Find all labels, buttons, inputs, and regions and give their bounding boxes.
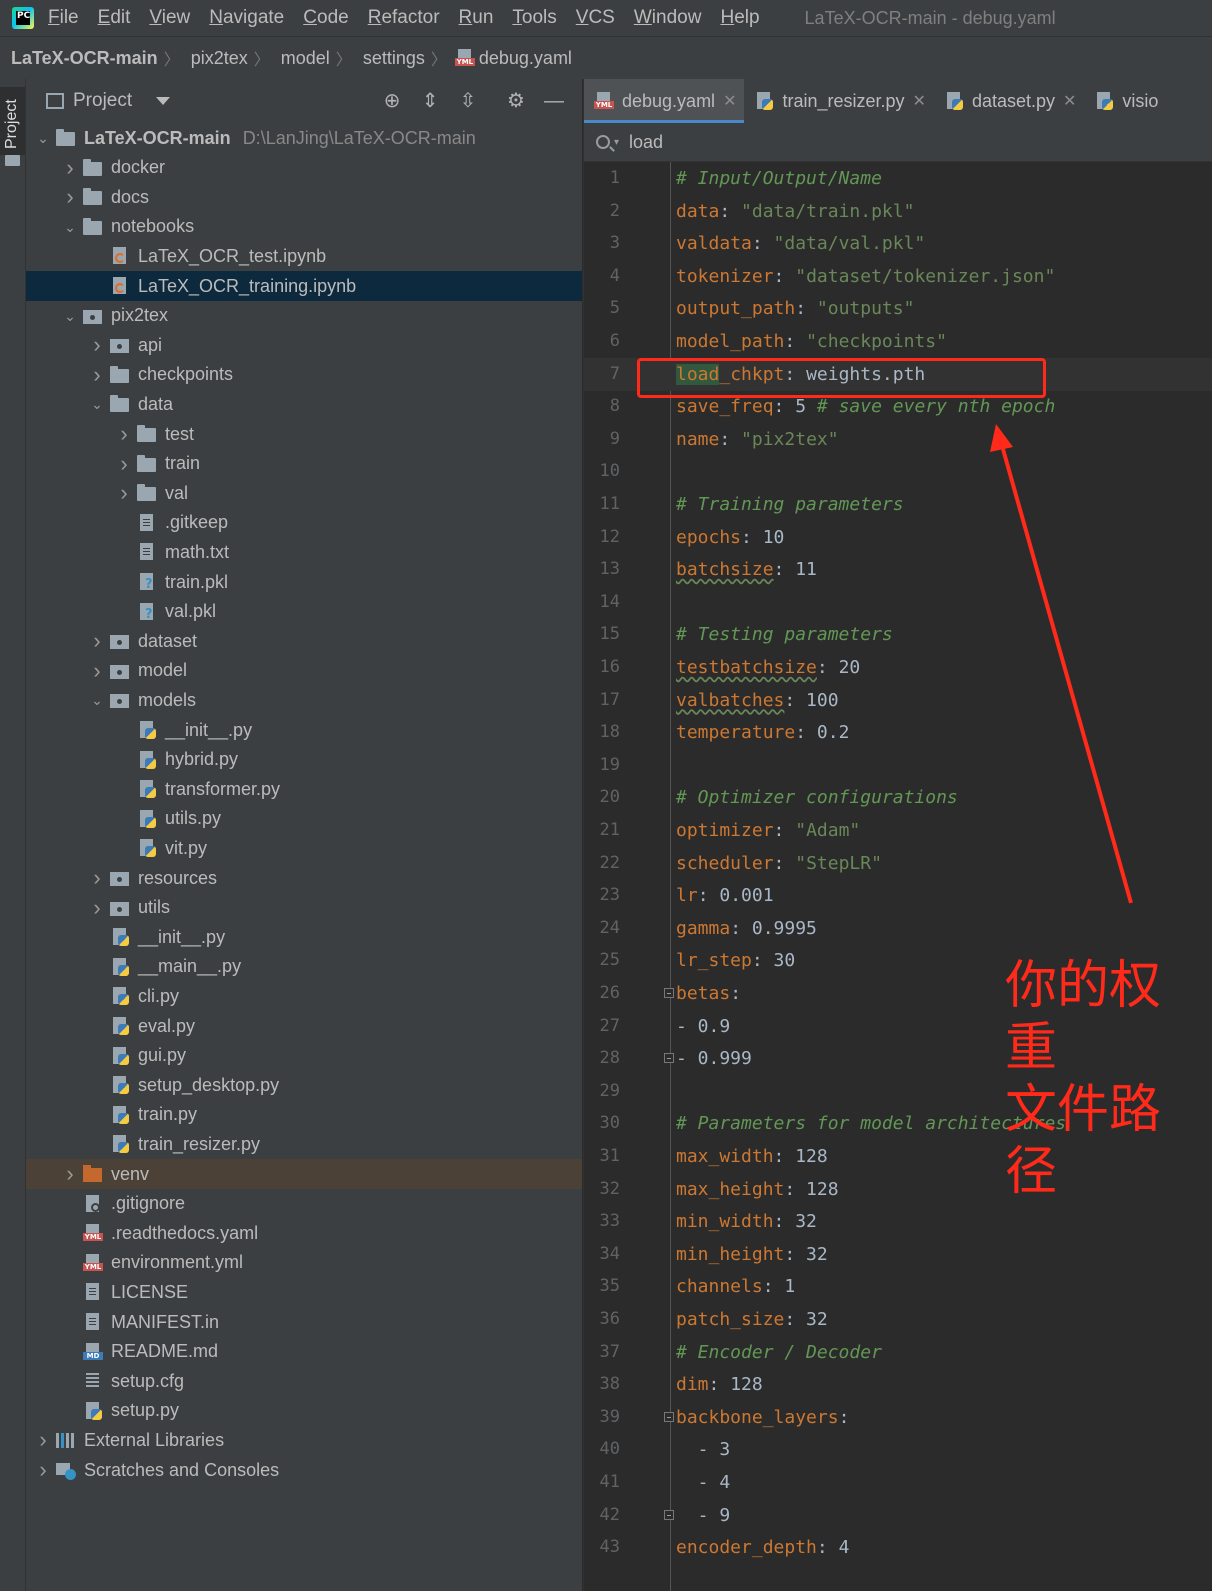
arrow-head	[990, 424, 1013, 452]
arrow-shaft	[999, 441, 1133, 904]
annotation-arrow	[990, 424, 1133, 904]
annotation-text-line1: 你的权重	[1005, 956, 1162, 1078]
annotation-text-line2: 文件路径	[1005, 1080, 1162, 1202]
logo-text: PC	[17, 11, 31, 21]
annotation-text: 你的权重 文件路径	[1005, 955, 1205, 1203]
